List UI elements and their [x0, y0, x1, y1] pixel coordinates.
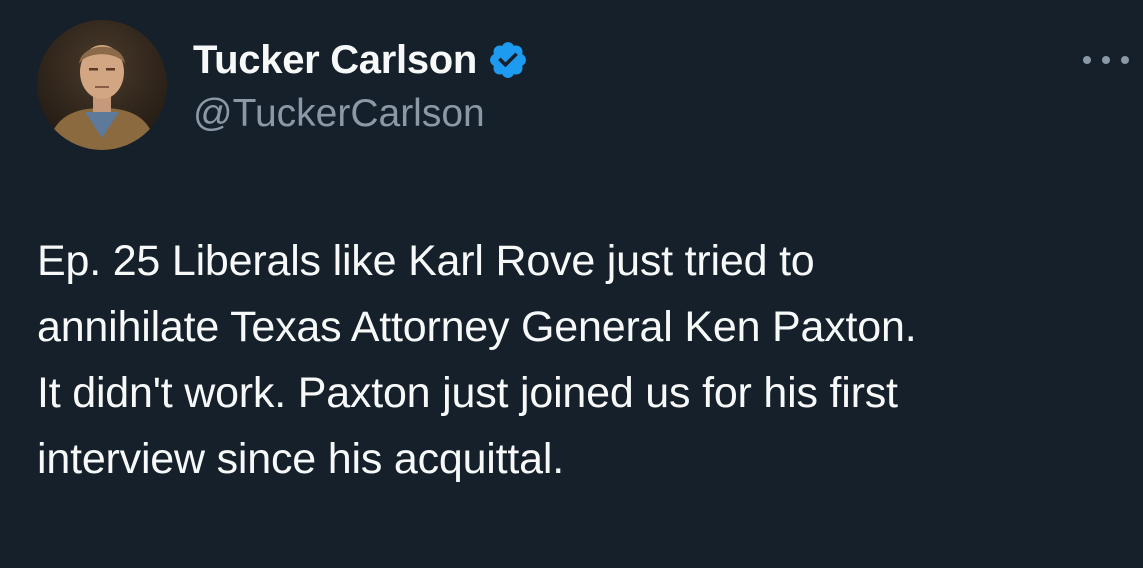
more-dot: [1102, 56, 1110, 64]
more-dot: [1083, 56, 1091, 64]
avatar[interactable]: [37, 20, 167, 150]
author-handle[interactable]: @TuckerCarlson: [193, 92, 485, 136]
verified-badge-icon[interactable]: [487, 39, 529, 81]
more-dot: [1121, 56, 1129, 64]
more-options-icon[interactable]: [1083, 45, 1129, 75]
tweet-text: Ep. 25 Liberals like Karl Rove just trie…: [37, 237, 917, 483]
avatar-photo: [37, 20, 167, 150]
author-display-name[interactable]: Tucker Carlson: [193, 38, 477, 82]
tweet-card: Tucker Carlson @TuckerCarlson Ep. 25 Lib…: [0, 0, 1143, 568]
author-name-row: Tucker Carlson: [193, 38, 529, 82]
